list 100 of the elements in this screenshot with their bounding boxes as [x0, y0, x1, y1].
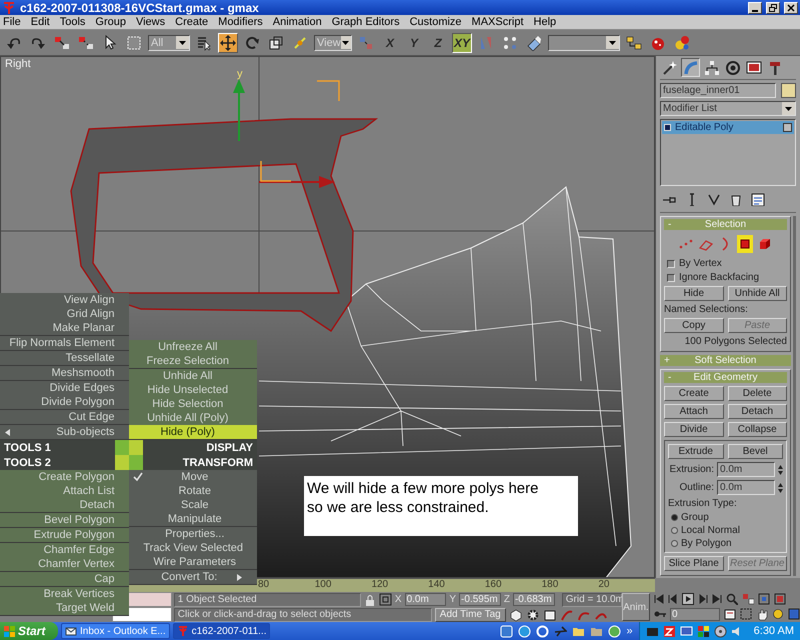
object-name-field[interactable]: fuselage_inner01 — [660, 83, 776, 98]
disc-icon — [714, 624, 727, 638]
panel-button[interactable]: Create — [664, 386, 724, 401]
menu-item[interactable]: MAXScript — [472, 16, 524, 28]
object-color-swatch[interactable] — [781, 83, 796, 98]
key-icon — [654, 609, 666, 619]
dropdown-arrow-icon — [608, 39, 617, 46]
soft-selection-rollout-header[interactable]: + Soft Selection — [660, 355, 791, 366]
hierarchy-icon — [704, 60, 720, 76]
zoom-icon — [726, 593, 738, 605]
minimize-button[interactable] — [748, 2, 762, 14]
panel-button[interactable]: Bevel — [728, 444, 783, 459]
menu-item[interactable]: Edit — [30, 16, 50, 28]
taskbar-chevron[interactable]: » — [624, 625, 636, 637]
menu-item[interactable]: Modifiers — [218, 16, 263, 28]
selection-status: 100 Polygons Selected — [684, 336, 787, 347]
app-logo-icon — [176, 625, 189, 637]
subobject-button[interactable] — [736, 235, 754, 253]
coordinate-field[interactable]: -0.595m — [459, 593, 501, 606]
menu-item[interactable]: Animation — [272, 16, 322, 28]
menu-item[interactable]: Views — [136, 16, 166, 28]
panel-button[interactable]: Hide — [664, 286, 724, 301]
clock: 6:30 AM — [752, 625, 794, 637]
taskbar-button[interactable]: c162-2007-011... — [172, 623, 270, 639]
checkbox[interactable] — [667, 260, 675, 268]
menu-item[interactable]: Group — [95, 16, 126, 28]
panel-button[interactable]: Extrude — [668, 444, 724, 459]
link-icon — [54, 34, 70, 50]
coordinate-label: X — [394, 594, 402, 605]
panel-button[interactable]: Collapse — [728, 422, 787, 437]
toolbar-button[interactable] — [218, 32, 238, 52]
circle-target-icon — [724, 60, 740, 76]
menu-item[interactable]: Customize — [410, 16, 462, 28]
modifier-list-dropdown[interactable]: Modifier List — [660, 101, 796, 116]
spinner-field[interactable]: 0.0m — [717, 480, 775, 495]
extents-icon — [758, 593, 770, 605]
skip-start-icon — [654, 594, 664, 604]
panel-tab[interactable] — [723, 58, 742, 77]
field-label: Outline: — [680, 482, 714, 493]
coordinate-field[interactable]: -0.683m — [512, 593, 555, 606]
step-forward-icon — [698, 594, 708, 604]
ruler-tick-label: 120 — [371, 579, 390, 592]
windows-flag-icon — [4, 626, 15, 636]
viewport-label[interactable]: Right — [5, 58, 31, 70]
panel-button[interactable]: Unhide All — [728, 286, 787, 301]
dashed-square-icon — [126, 34, 142, 50]
configure-icon — [750, 192, 766, 206]
extents-all-icon — [774, 593, 786, 605]
panel-tab[interactable] — [702, 58, 721, 77]
panel-button[interactable]: Detach — [728, 404, 787, 419]
spinner-field[interactable]: 0.0m — [717, 462, 775, 477]
coordinate-field[interactable]: 0.0m — [404, 593, 446, 606]
skip-end-icon — [712, 594, 722, 604]
axis-constraint-button[interactable]: Y — [404, 32, 424, 52]
panel-button[interactable]: Slice Plane — [664, 556, 724, 571]
frame-field[interactable]: 0 — [670, 608, 720, 620]
panel-button[interactable]: Attach — [664, 404, 724, 419]
selection-rollout-header[interactable]: - Selection — [664, 219, 787, 230]
named-sets-icon — [626, 34, 642, 50]
menu-item[interactable]: Help — [534, 16, 556, 28]
dropdown-arrow-icon — [178, 39, 187, 46]
ruler-tick-label: 140 — [428, 579, 446, 592]
note-caption: We will hide a few more polys here so we are less constrained. — [304, 476, 578, 536]
panel-button[interactable]: Delete — [728, 386, 787, 401]
radio-label: Group — [681, 512, 709, 523]
edit-geometry-rollout-header[interactable]: - Edit Geometry — [664, 372, 787, 383]
animate-button[interactable]: Anim. — [622, 593, 650, 621]
axis-constraint-button[interactable]: X — [380, 32, 400, 52]
quad-menu-item[interactable]: Hide (Poly) — [128, 425, 257, 439]
radio-button[interactable] — [671, 527, 678, 534]
spheres-icon — [674, 34, 690, 50]
submenu-arrow-icon — [4, 428, 11, 436]
checkbox[interactable] — [667, 274, 675, 282]
quadrant-marker — [114, 455, 128, 470]
toolbar-dropdown[interactable]: View — [314, 34, 352, 50]
panel-button[interactable]: Copy — [664, 318, 724, 333]
stack-item[interactable]: Editable Poly — [662, 121, 794, 134]
radio-button[interactable] — [671, 540, 678, 547]
restore-icon — [769, 4, 777, 12]
axis-constraint-button[interactable]: Z — [428, 32, 448, 52]
panel-button[interactable]: Divide — [664, 422, 724, 437]
wand-icon — [662, 60, 678, 76]
scale-square-icon — [268, 34, 284, 50]
add-time-tag-button[interactable]: Add Time Tag — [434, 608, 506, 622]
ruler-tick-label: 180 — [542, 579, 560, 592]
toolbar-dropdown[interactable] — [548, 34, 620, 50]
menu-item[interactable]: Create — [175, 16, 208, 28]
toolbar-dropdown[interactable]: All — [148, 34, 190, 50]
close-button[interactable] — [784, 2, 798, 14]
menu-item[interactable]: File — [3, 16, 21, 28]
menu-item[interactable]: Graph Editors — [332, 16, 400, 28]
quadrant-marker — [128, 440, 142, 455]
taskbar-button[interactable]: Inbox - Outlook E... — [61, 623, 170, 639]
radio-button[interactable] — [671, 514, 678, 521]
menu-item[interactable]: Tools — [60, 16, 86, 28]
coordinate-label: Y — [449, 594, 456, 605]
axis-constraint-button[interactable]: XY — [452, 32, 472, 52]
start-button[interactable]: Start — [0, 622, 58, 640]
network-icon — [608, 624, 621, 638]
restore-button[interactable] — [766, 2, 780, 14]
